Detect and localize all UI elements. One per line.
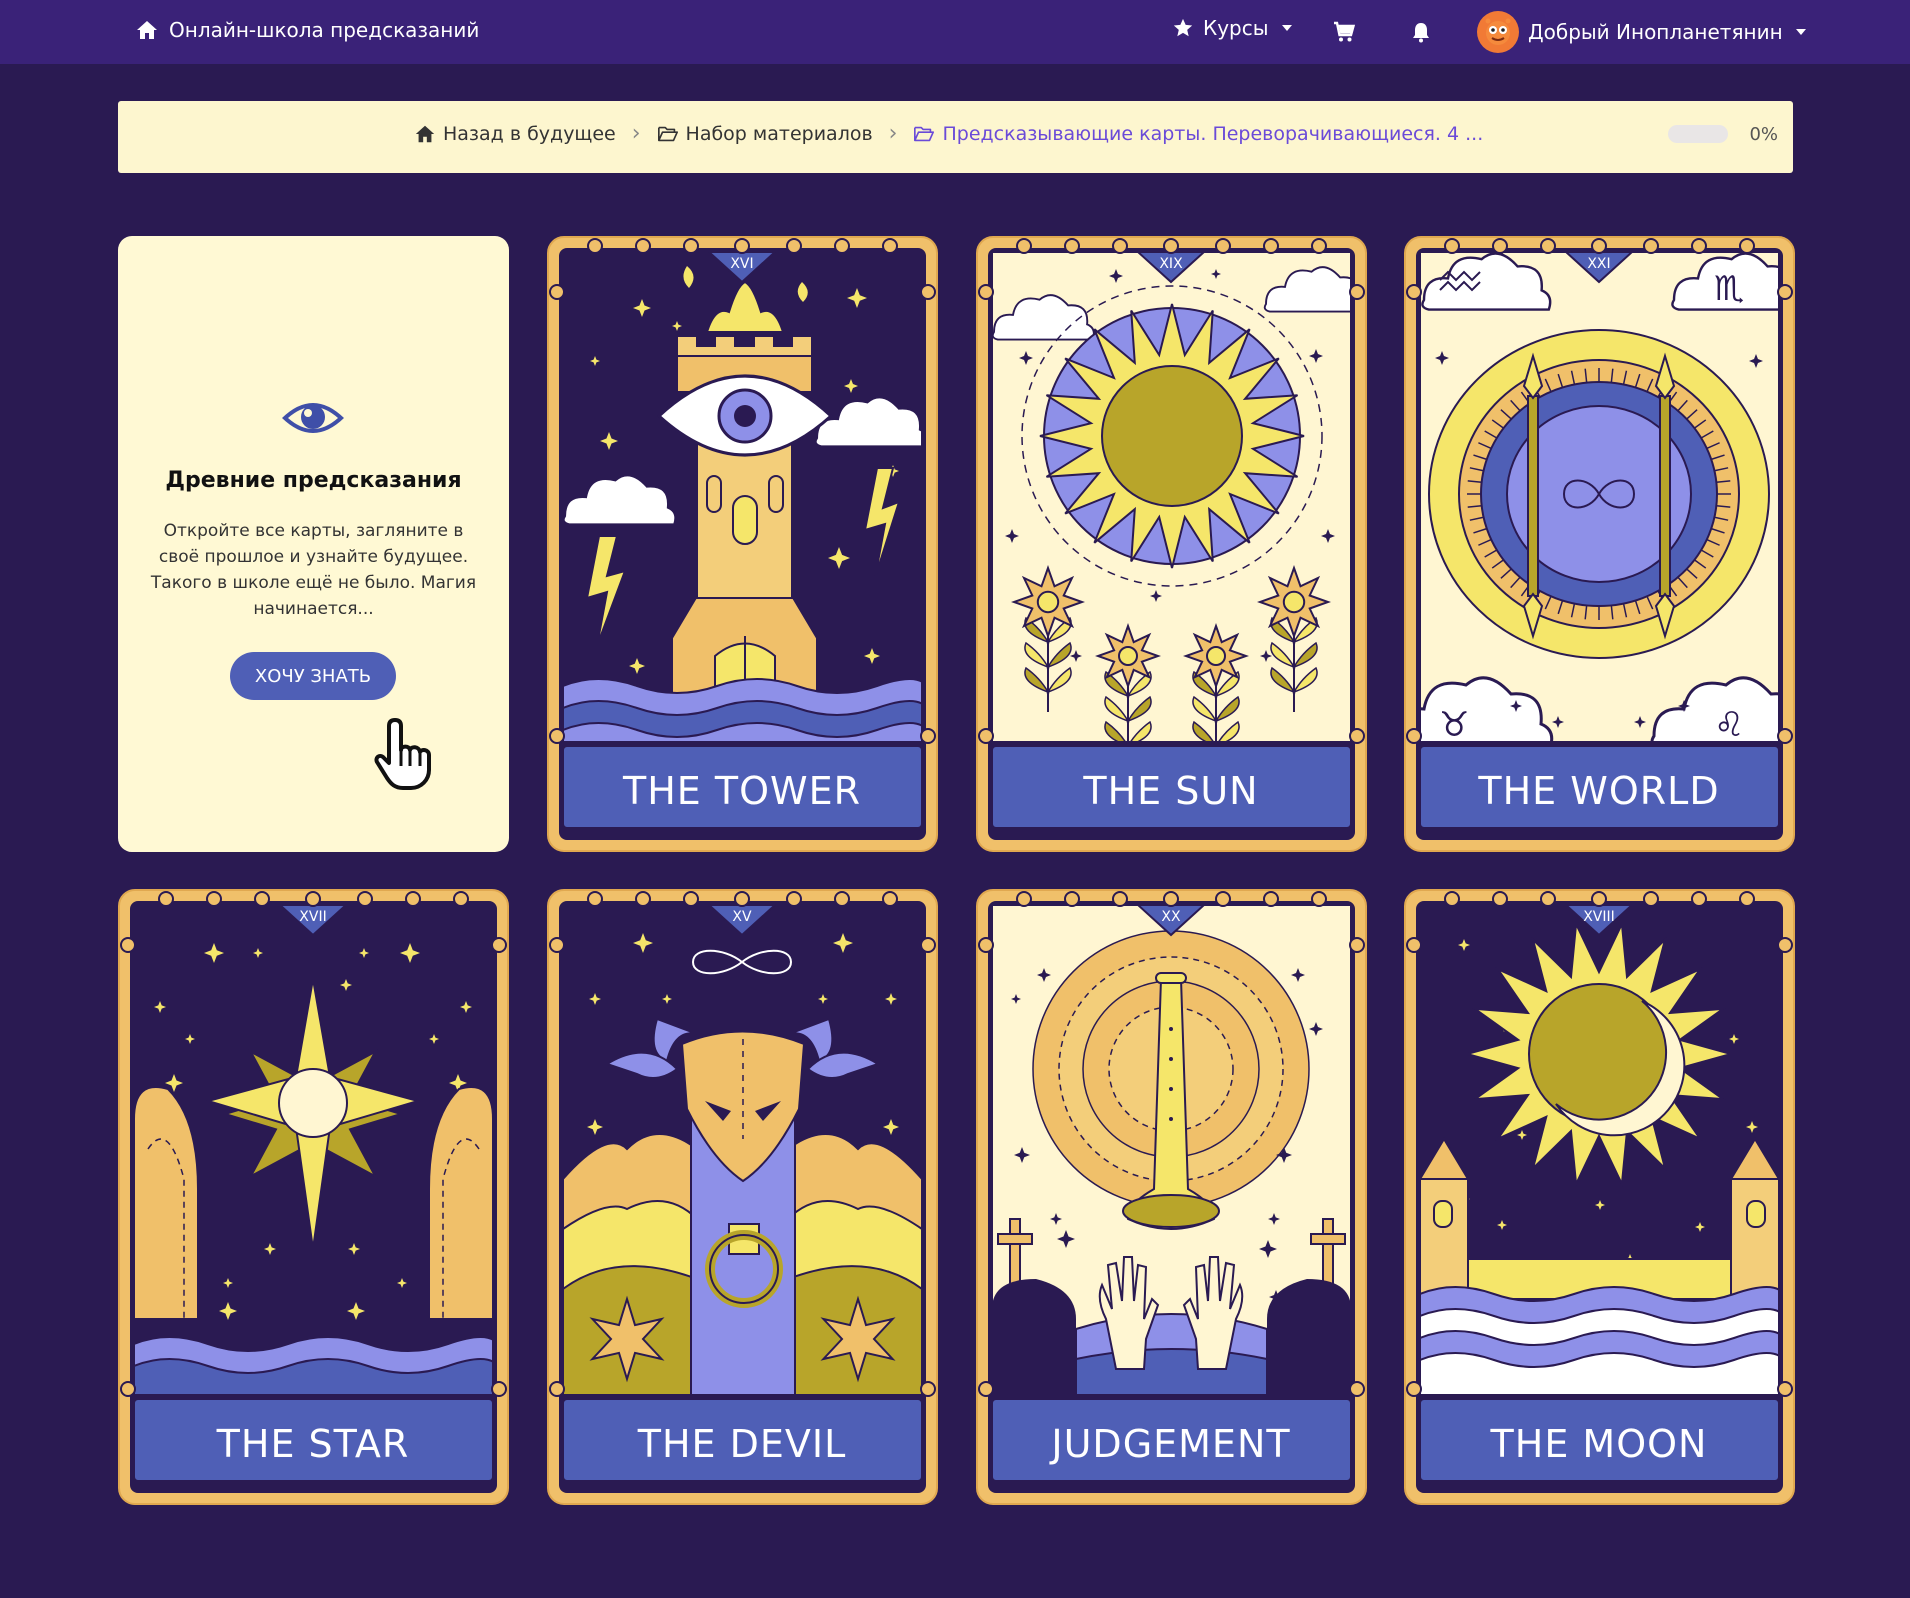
pointer-hand-icon (374, 718, 431, 790)
notifications-button[interactable] (1409, 20, 1433, 44)
folder-open-icon (914, 126, 935, 142)
courses-label: Курсы (1203, 16, 1269, 40)
cart-button[interactable] (1332, 20, 1356, 44)
tarot-card-art: XVI THE TOWER (547, 236, 938, 852)
tarot-card-art: XV THE DEVIL (547, 889, 938, 1505)
bell-icon (1413, 23, 1429, 43)
cart-icon (1334, 21, 1356, 42)
tarot-card-the-moon[interactable]: XVIII THE MOON (1404, 889, 1795, 1505)
card-title: THE SUN (1082, 769, 1258, 813)
breadcrumb-label: Назад в будущее (443, 123, 616, 145)
chevron-down-icon (1281, 25, 1292, 31)
card-numeral: XV (732, 909, 752, 925)
tarot-card-the-devil[interactable]: XV THE DEVIL (547, 889, 938, 1505)
tarot-card-art: ♏ ♉ ♌ XXI THE WORLD (1404, 236, 1795, 852)
tarot-card-judgement[interactable]: XX JUDGEMENT (976, 889, 1367, 1505)
info-text: Откройте все карты, загляните в своё про… (150, 521, 477, 619)
tarot-card-the-sun[interactable]: XIX THE SUN (976, 236, 1367, 852)
breadcrumb-item-materials[interactable]: Набор материалов (657, 123, 873, 145)
breadcrumb-separator: › (888, 121, 898, 146)
breadcrumb-item-back[interactable]: Назад в будущее (414, 123, 616, 145)
top-navbar: Онлайн-школа предсказаний Курсы Добрый И… (0, 0, 1910, 64)
tarot-card-art: XX JUDGEMENT (976, 889, 1367, 1505)
breadcrumb-separator: › (631, 121, 641, 146)
progress-bar (1668, 125, 1728, 143)
chevron-down-icon (1795, 29, 1806, 35)
card-title: JUDGEMENT (1049, 1422, 1290, 1466)
svg-text:♌: ♌ (1714, 705, 1744, 745)
home-icon (137, 21, 157, 39)
card-numeral: XVI (730, 256, 753, 272)
card-title: THE DEVIL (637, 1422, 847, 1466)
info-title: Древние предсказания (165, 468, 462, 493)
card-numeral: XIX (1159, 256, 1183, 272)
tarot-card-art: XIX THE SUN (976, 236, 1367, 852)
home-icon (415, 125, 435, 143)
want-to-know-button[interactable]: ХОЧУ ЗНАТЬ (230, 652, 396, 700)
tarot-card-the-star[interactable]: XVII THE STAR (118, 889, 509, 1505)
user-menu[interactable]: Добрый Инопланетянин (1477, 11, 1806, 53)
breadcrumb-label: Набор материалов (685, 123, 873, 145)
card-title: THE WORLD (1477, 769, 1719, 813)
svg-text:♏: ♏ (1714, 269, 1744, 309)
card-numeral: XXI (1587, 256, 1610, 272)
card-numeral: XVII (299, 909, 326, 925)
tarot-card-art: XVII THE STAR (118, 889, 509, 1505)
courses-menu[interactable]: Курсы (1172, 16, 1292, 40)
avatar (1477, 11, 1519, 53)
card-title: THE STAR (216, 1422, 410, 1466)
card-numeral: XVIII (1583, 909, 1615, 925)
tarot-card-the-tower[interactable]: XVI THE TOWER (547, 236, 938, 852)
breadcrumb-item-current[interactable]: Предсказывающие карты. Переворачивающиес… (913, 123, 1483, 145)
card-numeral: XX (1161, 909, 1181, 925)
brand-link[interactable]: Онлайн-школа предсказаний (135, 18, 479, 42)
progress-label: 0% (1749, 124, 1778, 145)
tarot-card-art: XVIII THE MOON (1404, 889, 1795, 1505)
card-title: THE MOON (1490, 1422, 1708, 1466)
info-card: Древние предсказания Откройте все карты,… (118, 236, 509, 852)
breadcrumb-label: Предсказывающие карты. Переворачивающиес… (942, 123, 1484, 145)
star-icon (1173, 18, 1193, 37)
svg-text:♉: ♉ (1439, 705, 1469, 745)
user-name: Добрый Инопланетянин (1528, 20, 1783, 44)
folder-open-icon (657, 126, 678, 142)
brand-label: Онлайн-школа предсказаний (169, 18, 480, 42)
card-title: THE TOWER (622, 769, 861, 813)
tarot-card-the-world[interactable]: ♏ ♉ ♌ XXI THE WORLD (1404, 236, 1795, 852)
eye-icon (282, 403, 344, 433)
breadcrumb: Назад в будущее › Набор материалов › Пре… (118, 101, 1793, 173)
